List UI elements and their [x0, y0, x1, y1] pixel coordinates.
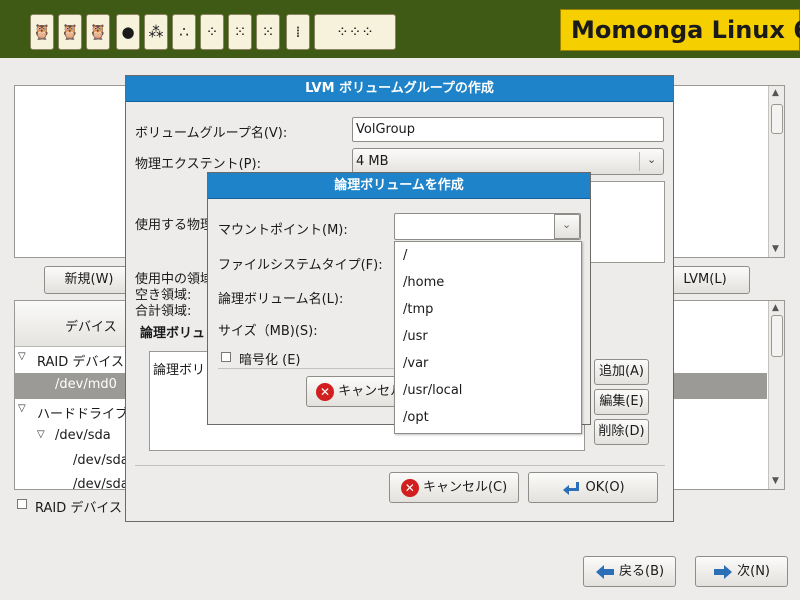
raid-checkbox[interactable] — [17, 499, 27, 509]
lv-separator — [218, 368, 394, 369]
vg-name-label: ボリュームグループ名(V): — [135, 126, 288, 141]
dropdown-option[interactable]: /home — [403, 275, 444, 290]
graph-scrollbar[interactable]: ▲ ▼ — [768, 86, 784, 257]
mount-point-combo[interactable]: ⌄ — [394, 213, 581, 240]
mahjong-tile-icon: 🦉 — [86, 14, 110, 50]
arrow-right-icon — [713, 564, 732, 579]
mahjong-tile-icon: ⁙ — [228, 14, 252, 50]
tree-item-sda-part[interactable]: /dev/sda — [73, 477, 129, 492]
edit-lv-button[interactable]: 編集(E) — [594, 389, 649, 415]
vg-ok-button[interactable]: OK(O) — [528, 472, 658, 503]
mahjong-tile-icon: ⁞ — [286, 14, 310, 50]
ok-enter-icon — [563, 481, 580, 495]
lv-name-label: 論理ボリューム名(L): — [218, 292, 344, 307]
mahjong-tile-icon: ⁙ — [256, 14, 280, 50]
tree-scrollbar[interactable]: ▲ ▼ — [768, 301, 784, 489]
chevron-down-icon: ⌄ — [562, 218, 572, 231]
lv-dialog-title: 論理ボリュームを作成 — [208, 173, 590, 199]
expander-down-icon[interactable]: ▽ — [18, 351, 26, 362]
encrypt-checkbox[interactable] — [221, 352, 231, 362]
back-label: 戻る(B) — [619, 564, 665, 579]
lv-table-header[interactable]: 論理ボリ — [153, 359, 205, 378]
tree-item-raid[interactable]: RAID デバイス — [37, 351, 124, 370]
dropdown-option[interactable]: /tmp — [403, 302, 433, 317]
vg-cancel-label: キャンセル(C) — [422, 480, 508, 495]
select-divider — [639, 152, 640, 171]
dropdown-option[interactable]: / — [403, 248, 407, 263]
device-column-header[interactable]: デバイス — [15, 301, 127, 347]
lv-section-label: 論理ボリュ — [140, 326, 206, 341]
next-button[interactable]: 次(N) — [695, 556, 788, 587]
encrypt-label: 暗号化 (E) — [239, 353, 301, 368]
scroll-down-icon[interactable]: ▼ — [772, 476, 779, 486]
scroll-up-icon[interactable]: ▲ — [772, 303, 779, 313]
cancel-icon: ✕ — [316, 382, 334, 401]
pe-label: 物理エクステント(P): — [135, 157, 261, 172]
tree-item-sda-part[interactable]: /dev/sda — [73, 453, 129, 468]
chevron-down-icon: ⌄ — [647, 153, 657, 166]
mahjong-tile-icon: ⁘ — [200, 14, 224, 50]
cancel-icon: ✕ — [400, 478, 419, 497]
expander-down-icon[interactable]: ▽ — [37, 429, 45, 440]
tree-item-harddrive[interactable]: ハードドライブ — [37, 403, 128, 422]
delete-lv-button[interactable]: 削除(D) — [594, 419, 649, 445]
total-space-label: 合計領域: — [135, 304, 192, 319]
vg-name-input[interactable]: VolGroup — [352, 117, 664, 142]
pv-list[interactable] — [585, 181, 665, 263]
vg-separator — [135, 465, 665, 466]
mount-point-dropdown: / /home /tmp /usr /var /usr/local /opt — [394, 241, 582, 434]
dropdown-option[interactable]: /var — [403, 356, 428, 371]
scroll-thumb[interactable] — [771, 315, 783, 357]
mahjong-tile-icon: ⁂ — [144, 14, 168, 50]
scroll-up-icon[interactable]: ▲ — [772, 88, 779, 98]
mahjong-tile-icon: 🦉 — [58, 14, 82, 50]
vg-ok-label: OK(O) — [585, 480, 625, 495]
raid-checkbox-label: RAID デバイス — [35, 501, 122, 516]
pe-value: 4 MB — [356, 154, 389, 169]
dropdown-option[interactable]: /usr/local — [403, 383, 462, 398]
tree-item-md0[interactable]: /dev/md0 — [55, 377, 117, 392]
mount-dropdown-button[interactable]: ⌄ — [554, 214, 580, 239]
mahjong-tile-icon: ● — [116, 14, 140, 50]
vg-name-value: VolGroup — [356, 122, 416, 137]
dropdown-option[interactable]: /usr — [403, 329, 428, 344]
arrow-left-icon — [595, 564, 614, 579]
size-label: サイズ（MB)(S): — [218, 324, 318, 339]
pe-select[interactable]: 4 MB ⌄ — [352, 148, 664, 175]
new-button[interactable]: 新規(W) — [44, 266, 134, 294]
expander-down-icon[interactable]: ▽ — [18, 403, 26, 414]
back-button[interactable]: 戻る(B) — [583, 556, 676, 587]
vg-dialog-title: LVM ボリュームグループの作成 — [126, 76, 673, 102]
vg-cancel-button[interactable]: ✕ キャンセル(C) — [389, 472, 519, 503]
device-header-label: デバイス — [65, 320, 117, 335]
scroll-thumb[interactable] — [771, 104, 783, 134]
mahjong-tile-icon: ∴ — [172, 14, 196, 50]
fs-type-label: ファイルシステムタイプ(F): — [218, 258, 383, 273]
mount-point-label: マウントポイント(M): — [218, 223, 348, 238]
tree-item-sda[interactable]: /dev/sda — [55, 428, 111, 443]
mahjong-tile-icon: 🦉 — [30, 14, 54, 50]
mahjong-tile-icon: ⁘⁘⁘ — [314, 14, 396, 50]
pv-label: 使用する物理 — [135, 218, 214, 233]
dropdown-option[interactable]: /opt — [403, 410, 429, 425]
momonga-logo: Momonga Linux 6 — [560, 9, 800, 51]
add-lv-button[interactable]: 追加(A) — [594, 359, 649, 385]
scroll-down-icon[interactable]: ▼ — [772, 244, 779, 254]
next-label: 次(N) — [737, 564, 770, 579]
